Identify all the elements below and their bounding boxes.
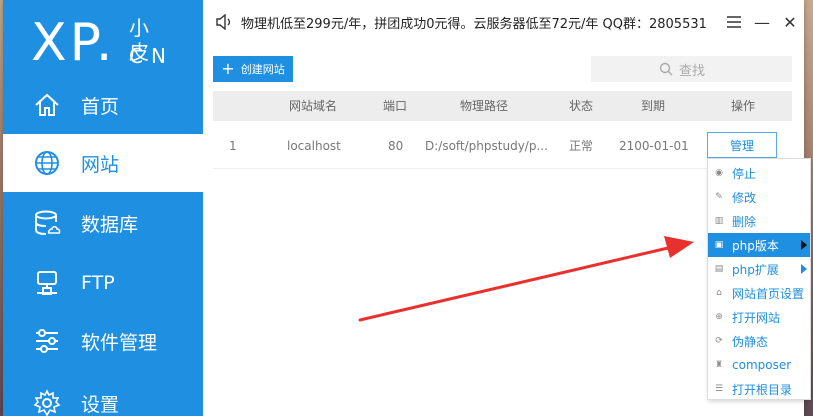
annotation-arrow	[358, 236, 694, 322]
